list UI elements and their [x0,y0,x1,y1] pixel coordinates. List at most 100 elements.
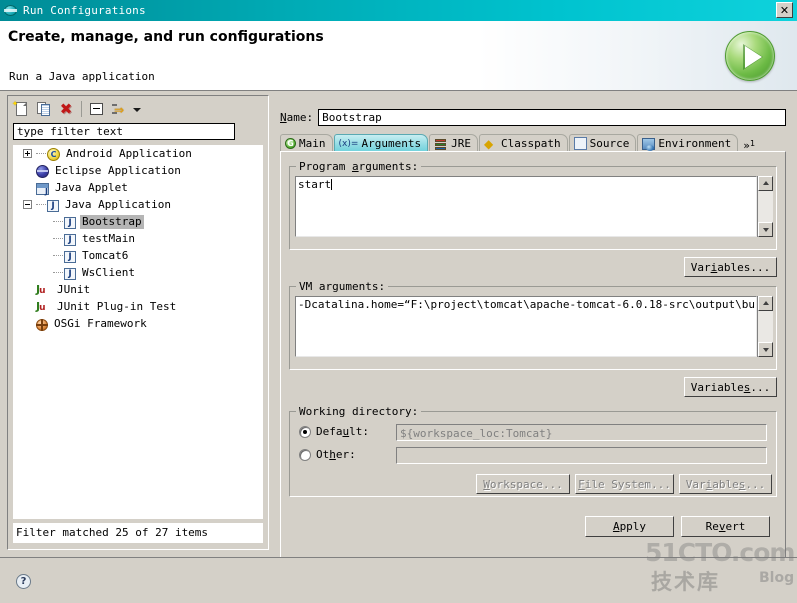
tree-item-label: Java Application [63,198,173,212]
filter-input[interactable] [13,123,235,140]
tab-label: Main [299,137,326,150]
vm-arguments-label: VM arguments: [296,280,388,293]
tree-item-label: Java Applet [53,181,130,195]
button-label: File System... [578,478,671,491]
configurations-tree[interactable]: C Android ApplicationEclipse Application J… [13,145,263,519]
program-arguments-group: Program arguments: start [289,166,777,250]
scroll-up-icon[interactable] [758,176,773,191]
button-label: Variables... [691,381,770,394]
window-title: Run Configurations [23,4,146,17]
tree-item-junit-plug-in-test[interactable]: JuJUnit Plug-in Test [13,298,263,315]
help-question-icon[interactable]: ? [16,574,31,589]
tree-item-testmain[interactable]: JtestMain [13,230,263,247]
other-radio-label: Other: [316,448,356,461]
jre-tab-icon [434,137,448,151]
tree-item-android-application[interactable]: C Android Application [13,145,263,162]
java-applet-icon [36,183,49,195]
program-variables-button[interactable]: Variables... [684,257,777,277]
tab-classpath[interactable]: ◆ Classpath [479,134,568,152]
classpath-tab-icon: ◆ [484,137,498,151]
tab-environment[interactable]: Environment [637,134,738,152]
scroll-down-icon[interactable] [758,222,773,237]
expand-twisty-icon[interactable] [23,149,32,158]
tree-item-junit[interactable]: JuJUnit [13,281,263,298]
button-label: Apply [613,520,646,533]
tree-item-java-applet[interactable]: Java Applet [13,179,263,196]
java-application-icon: J [64,217,76,229]
tab-source[interactable]: Source [569,134,637,152]
vm-arguments-textarea[interactable]: -Dcatalina.home=“F:\project\tomcat\apach… [295,296,757,357]
java-application-icon: J [64,234,76,246]
other-radio[interactable] [299,449,311,461]
java-application-icon: J [64,268,76,280]
tree-item-tomcat6[interactable]: JTomcat6 [13,247,263,264]
close-icon[interactable]: ✕ [776,2,793,18]
filter-link-icon[interactable]: ⇒ [109,99,129,119]
toolbar-divider [81,101,82,117]
tab-label: Environment [658,137,731,150]
tab-main[interactable]: G Main [280,134,333,152]
config-name-row: Name: [280,109,786,126]
chevron-down-icon[interactable] [131,99,142,119]
tree-item-bootstrap[interactable]: JBootstrap [13,213,263,230]
collapse-all-icon[interactable] [87,99,107,119]
arguments-tab-icon: (x)= [339,137,359,151]
page-subtitle: Run a Java application [9,70,155,83]
working-dir-default-row[interactable]: Default: [299,425,369,438]
config-name-input[interactable] [318,109,786,126]
button-label: Workspace... [483,478,562,491]
tab-overflow-indicator[interactable]: »1 [739,138,755,152]
environment-tab-icon [642,138,655,150]
button-label: Variables... [691,261,770,274]
delete-red-x-icon[interactable]: ✖ [56,99,76,119]
workingdir-variables-button: Variables... [679,474,772,494]
tree-connector [53,255,63,257]
revert-button[interactable]: Revert [681,516,770,537]
collapse-twisty-icon[interactable] [23,200,32,209]
main-tab-icon: G [285,138,296,149]
tree-connector [53,221,63,223]
junit-icon: Ju [36,282,51,297]
page-title: Create, manage, and run configurations [8,29,324,45]
scroll-down-icon[interactable] [758,342,773,357]
configuration-tabs: G Main (x)= Arguments JRE ◆ Classpath [280,133,786,152]
source-tab-icon [574,137,587,150]
run-configurations-dialog: Run Configurations ✕ Create, manage, and… [0,0,797,603]
osgi-icon [36,319,48,331]
tree-item-label: testMain [80,232,137,246]
program-arguments-scrollbar[interactable] [757,176,773,237]
tree-item-java-application[interactable]: JJava Application [13,196,263,213]
new-config-icon[interactable]: ✦ [12,99,32,119]
tree-item-label: Android Application [64,147,194,161]
tab-label: Source [590,137,630,150]
other-directory-input[interactable] [396,447,767,464]
scroll-up-icon[interactable] [758,296,773,311]
tree-connector [53,272,63,274]
run-play-icon [725,31,775,81]
working-dir-other-row[interactable]: Other: [299,448,356,461]
tab-jre[interactable]: JRE [429,134,478,152]
tree-item-osgi-framework[interactable]: OSGi Framework [13,315,263,332]
configurations-panel: ✦ ✖ ⇒ C Android ApplicationEclipse Applic… [7,95,269,550]
working-directory-group: Working directory: Default: ${workspace_… [289,411,777,497]
dialog-header: Create, manage, and run configurations R… [0,21,797,91]
tree-item-eclipse-application[interactable]: Eclipse Application [13,162,263,179]
default-radio-label: Default: [316,425,369,438]
tree-item-label: WsClient [80,266,137,280]
duplicate-icon[interactable] [34,99,54,119]
button-label: Variables... [686,478,766,491]
vm-variables-button[interactable]: Variables... [684,377,777,397]
tab-label: Classpath [501,137,561,150]
configurations-toolbar: ✦ ✖ ⇒ [8,96,268,121]
working-directory-label: Working directory: [296,405,421,418]
tab-label: Arguments [362,137,422,150]
apply-button[interactable]: Apply [585,516,674,537]
tab-arguments[interactable]: (x)= Arguments [334,134,429,152]
tree-item-wsclient[interactable]: J WsClient [13,264,263,281]
vm-arguments-scrollbar[interactable] [757,296,773,357]
program-arguments-textarea[interactable]: start [295,176,757,237]
java-application-icon: J [64,251,76,263]
overflow-count: 1 [750,139,755,148]
default-radio[interactable] [299,426,311,438]
android-icon: C [47,148,60,161]
